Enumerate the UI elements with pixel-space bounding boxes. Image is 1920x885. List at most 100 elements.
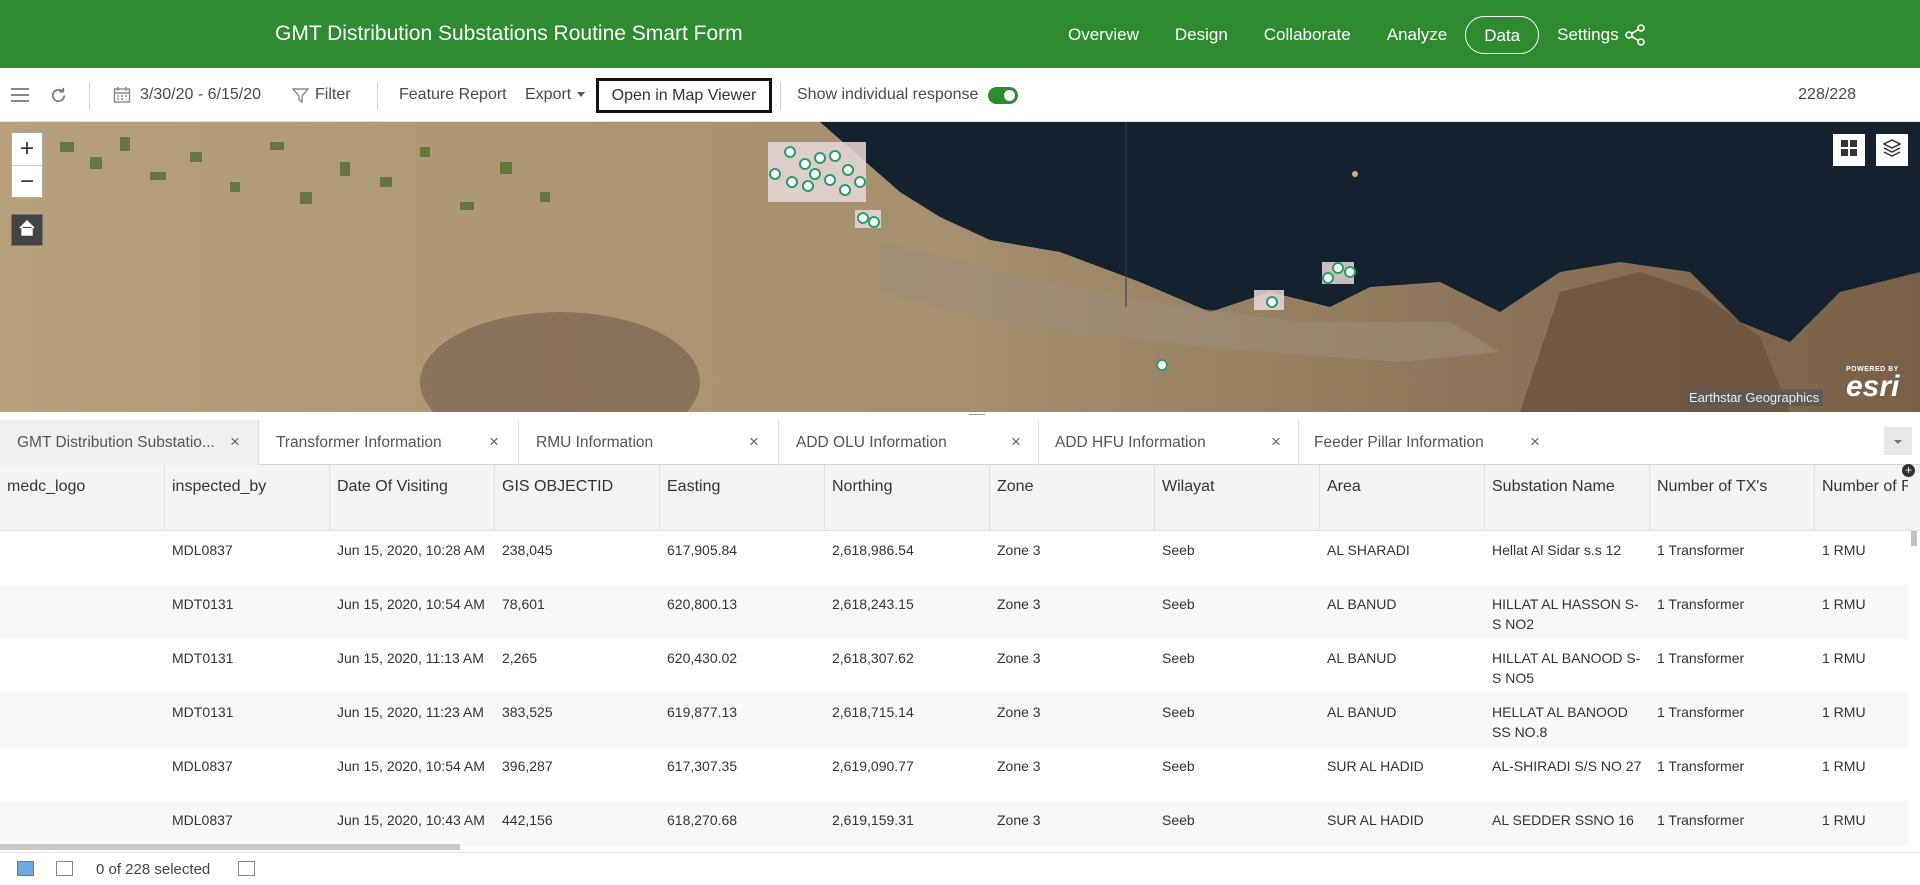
cell-number-of-rmu: 1 RMU — [1822, 542, 1866, 558]
cell-date-of-visiting: Jun 15, 2020, 10:54 AM — [337, 758, 485, 774]
cell-zone: Zone 3 — [997, 650, 1041, 666]
nav-data[interactable]: Data — [1465, 16, 1540, 54]
close-icon[interactable]: × — [749, 432, 759, 452]
export-label: Export — [525, 86, 572, 103]
nav-analyze[interactable]: Analyze — [1369, 16, 1465, 54]
cell-zone: Zone 3 — [997, 704, 1041, 720]
table-footer: 0 of 228 selected — [0, 852, 1920, 885]
home-button[interactable] — [11, 214, 43, 246]
filter-label: Filter — [315, 86, 351, 103]
cell-gis-objectid: 238,045 — [502, 542, 553, 558]
close-icon[interactable]: × — [1530, 432, 1540, 452]
cell-inspected-by: MDL0837 — [172, 758, 233, 774]
toolbar-divider — [377, 82, 378, 110]
tab-transformer-information[interactable]: Transformer Information × — [259, 420, 519, 465]
table-row[interactable]: MDL0837 Jun 15, 2020, 10:43 AM 442,156 6… — [0, 801, 1908, 846]
zoom-in-button[interactable]: + — [12, 133, 42, 165]
tab-menu-button[interactable] — [1884, 427, 1912, 455]
panel-resize-handle[interactable] — [969, 409, 985, 415]
close-icon[interactable]: × — [1271, 432, 1281, 452]
cell-gis-objectid: 383,525 — [502, 704, 553, 720]
zoom-controls: + − — [11, 132, 43, 198]
tab-rmu-information[interactable]: RMU Information × — [519, 420, 779, 465]
cell-substation-name: Hellat Al Sidar s.s 12 — [1492, 542, 1622, 558]
app-header: GMT Distribution Substations Routine Sma… — [0, 0, 1920, 68]
layer-tabs: GMT Distribution Substatio... × Transfor… — [0, 420, 1920, 465]
close-icon[interactable]: × — [489, 432, 499, 452]
export-button[interactable]: Export — [525, 68, 586, 122]
table-row[interactable]: MDL0837 Jun 15, 2020, 10:54 AM 396,287 6… — [0, 747, 1908, 801]
nav-overview[interactable]: Overview — [1050, 16, 1157, 54]
basemap-gallery-button[interactable] — [1833, 134, 1865, 166]
esri-wordmark: esri — [1846, 370, 1900, 403]
cell-gis-objectid: 2,265 — [502, 650, 538, 666]
show-individual-response: Show individual response — [797, 68, 1019, 122]
cell-northing: 2,618,986.54 — [832, 542, 914, 558]
horizontal-scrollbar[interactable] — [0, 844, 460, 850]
table-row[interactable]: MDT0131 Jun 15, 2020, 10:54 AM 78,601 62… — [0, 585, 1908, 639]
cell-inspected-by: MDT0131 — [172, 704, 234, 720]
nav-settings[interactable]: Settings — [1539, 16, 1636, 54]
nav-design[interactable]: Design — [1157, 16, 1246, 54]
nav-collaborate[interactable]: Collaborate — [1246, 16, 1369, 54]
column-header[interactable]: GIS OBJECTID — [495, 465, 660, 531]
column-header[interactable]: Easting — [660, 465, 825, 531]
cell-area: AL BANUD — [1327, 596, 1397, 612]
cell-gis-objectid: 78,601 — [502, 596, 545, 612]
date-range-label: 3/30/20 - 6/15/20 — [140, 86, 261, 103]
cell-gis-objectid: 442,156 — [502, 812, 553, 828]
zoom-out-button[interactable]: − — [12, 165, 42, 197]
record-count: 228/228 — [1798, 86, 1856, 103]
tab-add-hfu-information[interactable]: ADD HFU Information × — [1039, 420, 1299, 465]
column-header[interactable]: Substation Name — [1485, 465, 1650, 531]
show-selected-records-icon[interactable] — [56, 861, 73, 876]
share-icon[interactable] — [1624, 24, 1646, 46]
map-view[interactable]: + − Earthstar Geographics POWERED BY esr… — [0, 122, 1920, 412]
column-header[interactable]: Number of R — [1815, 465, 1908, 531]
cell-easting: 619,877.13 — [667, 704, 738, 720]
selection-count: 0 of 228 selected — [96, 861, 211, 878]
cell-number-of-rmu: 1 RMU — [1822, 650, 1866, 666]
show-all-records-icon[interactable] — [17, 861, 34, 876]
tab-gmt-distribution[interactable]: GMT Distribution Substatio... × — [0, 420, 259, 465]
cell-northing: 2,618,715.14 — [832, 704, 914, 720]
show-individual-toggle[interactable] — [988, 86, 1019, 104]
column-header[interactable]: inspected_by — [165, 465, 330, 531]
cell-gis-objectid: 396,287 — [502, 758, 553, 774]
esri-logo: POWERED BY esri — [1846, 366, 1900, 403]
close-icon[interactable]: × — [230, 432, 240, 452]
show-individual-label: Show individual response — [797, 86, 979, 103]
column-header[interactable]: Number of TX's — [1650, 465, 1815, 531]
cell-substation-name: AL-SHIRADI S/S NO 27 — [1492, 758, 1642, 774]
filter-button[interactable]: Filter — [292, 68, 351, 122]
cell-substation-name: AL SEDDER SSNO 16 — [1492, 812, 1634, 828]
open-in-map-viewer-button[interactable]: Open in Map Viewer — [596, 78, 772, 113]
add-column-icon[interactable]: + — [1902, 464, 1915, 477]
cell-zone: Zone 3 — [997, 812, 1041, 828]
table-row[interactable]: MDT0131 Jun 15, 2020, 11:23 AM 383,525 6… — [0, 693, 1908, 747]
column-header[interactable]: Zone — [990, 465, 1155, 531]
cell-inspected-by: MDL0837 — [172, 812, 233, 828]
column-header[interactable]: Wilayat — [1155, 465, 1320, 531]
column-header[interactable]: Northing — [825, 465, 990, 531]
cell-easting: 618,270.68 — [667, 812, 738, 828]
column-header[interactable]: Area — [1320, 465, 1485, 531]
close-icon[interactable]: × — [1011, 432, 1021, 452]
vertical-scrollbar[interactable] — [1911, 531, 1917, 546]
refresh-icon[interactable] — [49, 68, 68, 122]
cell-number-of-tx: 1 Transformer — [1657, 650, 1745, 666]
feature-report-button[interactable]: Feature Report — [399, 68, 507, 122]
column-header[interactable]: medc_logo — [0, 465, 165, 531]
table-row[interactable]: MDT0131 Jun 15, 2020, 11:13 AM 2,265 620… — [0, 639, 1908, 693]
table-row[interactable]: MDL0837 Jun 15, 2020, 10:28 AM 238,045 6… — [0, 531, 1908, 585]
cell-number-of-rmu: 1 RMU — [1822, 596, 1866, 612]
tab-add-olu-information[interactable]: ADD OLU Information × — [779, 420, 1039, 465]
tab-feeder-pillar-information[interactable]: Feeder Pillar Information × — [1299, 420, 1559, 465]
cell-northing: 2,618,307.62 — [832, 650, 914, 666]
cell-easting: 617,905.84 — [667, 542, 738, 558]
date-range-button[interactable]: 3/30/20 - 6/15/20 — [113, 68, 261, 122]
column-header[interactable]: Date Of Visiting — [330, 465, 495, 531]
clear-selection-icon[interactable] — [238, 861, 255, 876]
layer-list-button[interactable] — [1876, 134, 1908, 166]
menu-icon[interactable] — [10, 68, 30, 122]
